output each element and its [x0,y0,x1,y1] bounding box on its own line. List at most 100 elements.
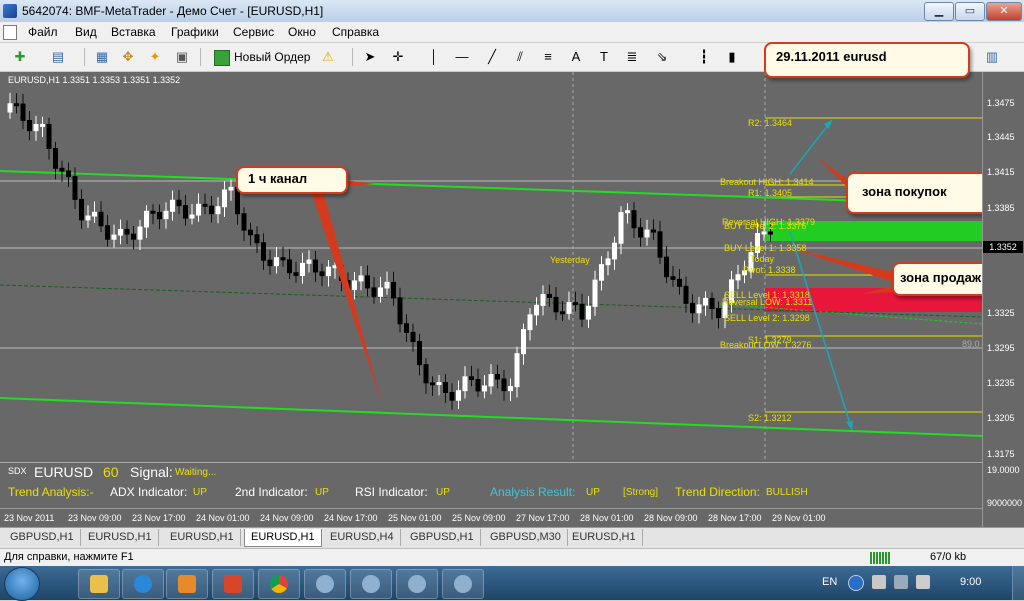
expert-advisors-button[interactable]: ⚠ [318,47,338,67]
bull-candle [189,214,195,219]
bear-candle [553,296,559,313]
sell-callout-pointer [790,248,893,282]
taskbar-metatrader-3[interactable] [396,569,438,599]
help-tray-icon[interactable] [848,575,864,591]
market-watch-button[interactable]: ▦ [92,47,112,67]
templates-button[interactable]: ▥ [982,47,1002,67]
label-small-value: 89.0 [962,339,980,349]
price-chart[interactable]: R2: 1.3464 Breakout HIGH: 1.3414 R1: 1.3… [0,72,982,462]
chart-tab[interactable]: GBPUSD,M30 [484,529,568,546]
profiles-button[interactable]: ▤ [48,47,68,67]
taskbar-ie[interactable] [122,569,164,599]
clock[interactable]: 9:00 [960,576,981,588]
bull-candle [599,264,604,281]
chart-tab[interactable]: EURUSD,H1 [82,529,159,546]
start-button[interactable] [4,567,40,601]
bull-candle [644,229,650,238]
bear-candle [53,147,58,169]
chart-tab-active[interactable]: EURUSD,H1 [244,529,322,547]
menu-insert[interactable]: Вставка [111,25,156,39]
fibo-fan-tool-button[interactable]: ≣ [622,47,642,67]
bull-candle [521,329,526,355]
bull-candle [488,374,494,387]
label-yesterday: Yesterday [550,255,590,265]
arrows-tool-button[interactable]: ⇘ [652,47,672,67]
bear-candle [475,379,481,392]
taskbar-metatrader-2[interactable] [350,569,392,599]
data-window-button[interactable]: ✥ [118,47,138,67]
second-indicator-label: 2nd Indicator: [235,485,308,499]
chart-tab[interactable]: EURUSD,H1 [566,529,643,546]
terminal-button[interactable]: ▣ [172,47,192,67]
fibonacci-tool-button[interactable]: ≡ [538,47,558,67]
trendline-tool-button[interactable]: ╱ [482,47,502,67]
chart-tab[interactable]: EURUSD,H1 [164,529,241,546]
bear-candle [319,271,325,277]
taskbar-metatrader-4[interactable] [442,569,484,599]
menu-tools[interactable]: Сервис [233,25,274,39]
taskbar-metatrader-1[interactable] [304,569,346,599]
chart-tab[interactable]: EURUSD,H4 [324,529,401,546]
menu-charts[interactable]: Графики [171,25,219,39]
language-indicator[interactable]: EN [822,576,837,588]
new-chart-button[interactable]: ✚ [10,47,30,67]
taskbar-explorer[interactable] [78,569,120,599]
menu-view[interactable]: Вид [75,25,97,39]
chart-window[interactable]: R2: 1.3464 Breakout HIGH: 1.3414 R1: 1.3… [0,42,1024,528]
bull-candle [306,259,312,264]
horizontal-line-tool-button[interactable]: — [452,47,472,67]
close-button[interactable]: ✕ [986,2,1022,21]
chart-tab[interactable]: GBPUSD,H1 [404,529,481,546]
network-tray-icon[interactable] [894,575,908,589]
text-icon: A [571,49,581,64]
price-tick: 1.3415 [987,167,1015,177]
bull-candle [462,376,468,392]
channel-callout-text: 1 ч канал [248,171,308,186]
bear-candle [209,205,214,215]
taskbar-mail[interactable] [166,569,208,599]
date-callout: 29.11.2011 eurusd [764,42,970,78]
price-tick: 1.3205 [987,413,1015,423]
maximize-button[interactable]: ▭ [955,2,985,21]
connection-status-icon [870,552,890,564]
price-tick: 1.3325 [987,308,1015,318]
bear-candle [79,198,84,221]
bear-candle [670,276,676,280]
time-axis: 23 Nov 2011 23 Nov 09:00 23 Nov 17:00 24… [0,508,982,528]
label-tool-button[interactable]: T [594,47,614,67]
new-order-button[interactable]: Новый Ордер [210,47,314,67]
menu-window[interactable]: Окно [288,25,316,39]
channel-tool-button[interactable]: ⫽ [510,47,530,67]
show-desktop-button[interactable] [1012,566,1024,600]
minimize-button[interactable]: ▁ [924,2,954,21]
bull-candle [696,304,702,314]
toolbar-separator [84,48,85,66]
bear-candle [657,231,663,258]
taskbar-chrome[interactable] [258,569,300,599]
vertical-line-icon: │ [429,49,439,64]
bull-candle [163,210,169,220]
volume-tray-icon[interactable] [916,575,930,589]
rsi-label: RSI Indicator: [355,485,428,499]
crosshair-tool-button[interactable]: ✛ [388,47,408,67]
label-pivot: Pivot: 1.3338 [743,265,796,275]
bear-candle [469,376,474,381]
arrows-icon: ⇘ [656,49,668,64]
templates-icon: ▥ [985,49,999,64]
price-tick: 1.3475 [987,98,1015,108]
cursor-icon: ➤ [364,49,376,64]
vertical-line-tool-button[interactable]: │ [424,47,444,67]
candlestick-button[interactable]: ▮ [722,47,742,67]
bar-chart-button[interactable]: ┇ [694,47,714,67]
menu-help[interactable]: Справка [332,25,379,39]
subpanel-axis-top: 19.0000 [987,465,1020,475]
menu-file[interactable]: Файл [28,25,58,39]
navigator-button[interactable]: ✦ [145,47,165,67]
taskbar-messenger[interactable] [212,569,254,599]
cursor-tool-button[interactable]: ➤ [360,47,380,67]
flag-tray-icon[interactable] [872,575,886,589]
label-breakout-high: Breakout HIGH: 1.3414 [720,177,814,187]
chart-tab[interactable]: GBPUSD,H1 [4,529,81,546]
bull-candle [605,258,611,266]
text-tool-button[interactable]: A [566,47,586,67]
